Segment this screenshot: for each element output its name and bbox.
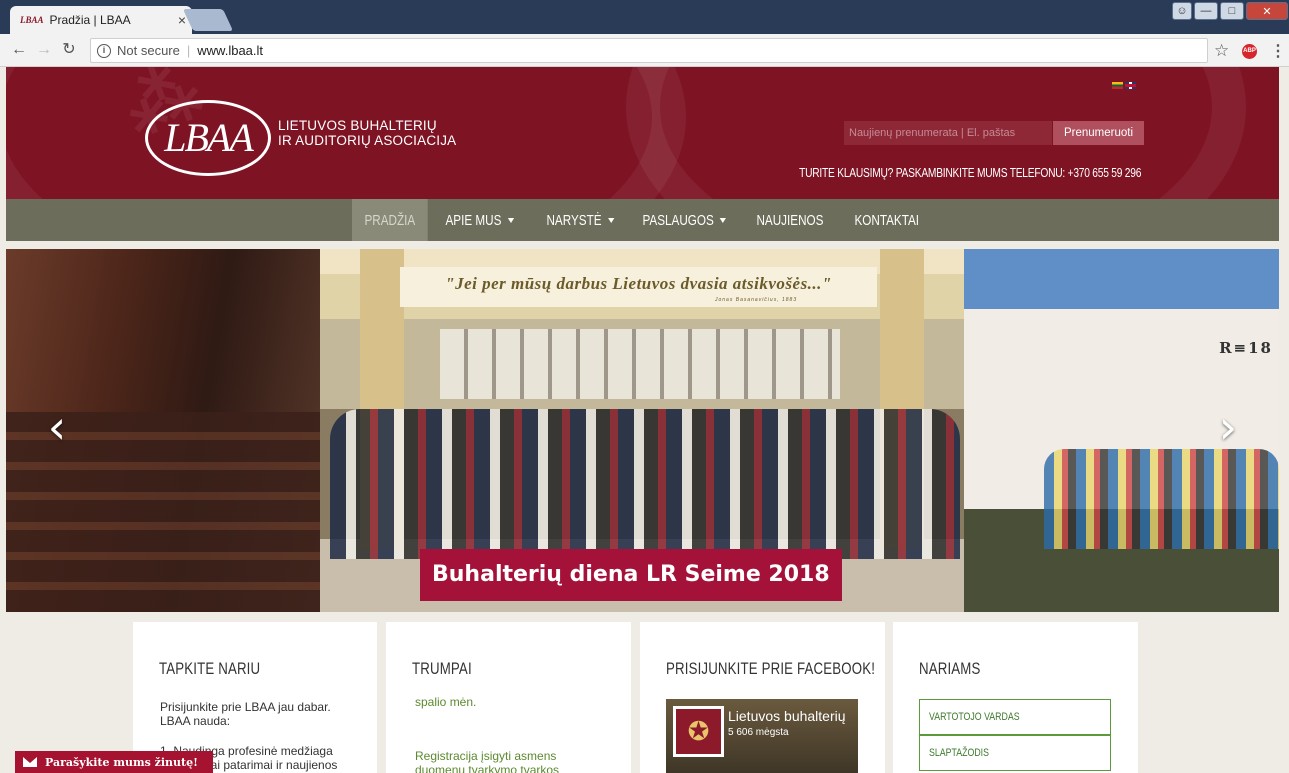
logo-line-1: LIETUVOS BUHALTERIŲ (278, 118, 437, 133)
nav-label: PRADŽIA (364, 211, 416, 229)
main-nav: PRADŽIA APIE MUS NARYSTĖ PASLAUGOS NAUJI… (6, 199, 1279, 241)
join-text: Prisijunkite prie LBAA jau dabar. LBAA n… (160, 700, 331, 728)
nav-item-kontaktai[interactable]: KONTAKTAI (842, 199, 932, 241)
nav-label: NAUJIENOS (756, 211, 824, 229)
slide-caption[interactable]: Buhalterių diena LR Seime 2018 (420, 549, 842, 601)
logo-text[interactable]: LIETUVOS BUHALTERIŲ IR AUDITORIŲ ASOCIAC… (278, 118, 456, 148)
password-placeholder: SLAPTAŽODIS (929, 747, 989, 759)
address-separator: | (186, 43, 191, 58)
window-controls: ☺ — □ ✕ (1170, 2, 1288, 22)
security-label: Not secure (117, 43, 180, 58)
nav-label: KONTAKTAI (854, 211, 920, 229)
nav-item-naujienos[interactable]: NAUJIENOS (744, 199, 836, 241)
password-field[interactable]: SLAPTAŽODIS (919, 735, 1111, 771)
slide-banner-quote: "Jei per mūsų darbus Lietuvos dvasia ats… (400, 267, 877, 307)
box-members: NARIAMS VARTOTOJO VARDAS SLAPTAŽODIS (893, 622, 1138, 773)
site-header: ⁂ LBAA LIETUVOS BUHALTERIŲ IR AUDITORIŲ … (6, 67, 1279, 199)
nav-item-naryste[interactable]: NARYSTĖ (534, 199, 626, 241)
minimize-icon[interactable]: — (1194, 2, 1218, 20)
nav-label: PASLAUGOS (642, 211, 714, 229)
maximize-icon[interactable]: □ (1220, 2, 1244, 20)
box-title: NARIAMS (919, 659, 981, 678)
tab-title: Pradžia | LBAA (49, 13, 131, 27)
flag-gb-icon[interactable] (1125, 82, 1136, 89)
slider-prev-icon[interactable]: ‹ (42, 404, 72, 453)
slider-next-icon[interactable]: › (1213, 404, 1243, 453)
username-field[interactable]: VARTOTOJO VARDAS (919, 699, 1111, 735)
chevron-down-icon (507, 217, 514, 223)
facebook-avatar: ✪ (673, 706, 724, 757)
url-text: www.lbaa.lt (197, 43, 264, 58)
nav-label: APIE MUS (445, 211, 502, 229)
logo-line-2: IR AUDITORIŲ ASOCIACIJA (278, 133, 457, 148)
newsletter-email-input[interactable] (844, 121, 1052, 145)
window-close-icon[interactable]: ✕ (1246, 2, 1288, 20)
back-arrow-icon[interactable]: ← (8, 39, 30, 61)
phone-info: TURITE KLAUSIMŲ? PASKAMBINKITE MUMS TELE… (798, 166, 1141, 180)
browser-tabstrip: LBAA Pradžia | LBAA × ☺ — □ ✕ (0, 0, 1289, 34)
chevron-down-icon (720, 217, 727, 223)
chat-button[interactable]: Parašykite mums žinutę! (15, 751, 213, 773)
nav-item-pradzia[interactable]: PRADŽIA (352, 199, 428, 241)
chevron-down-icon (607, 217, 615, 223)
nav-item-paslaugos[interactable]: PASLAUGOS (630, 199, 739, 241)
menu-icon[interactable]: ⋮ (1270, 41, 1286, 61)
reload-icon[interactable]: ↻ (58, 39, 80, 61)
box-brief: TRUMPAI spalio mėn. Registracija įsigyti… (386, 622, 631, 773)
user-icon[interactable]: ☺ (1172, 2, 1192, 20)
slide-decoration (440, 329, 840, 399)
nav-item-apie-mus[interactable]: APIE MUS (433, 199, 526, 241)
box-title: PRISIJUNKITE PRIE FACEBOOK! (666, 659, 876, 678)
browser-toolbar: ← → ↻ i Not secure | www.lbaa.lt ☆ ABP ⋮ (0, 34, 1289, 67)
facebook-likes: 5 606 mėgsta (728, 727, 789, 738)
facebook-page-card[interactable]: ✪ Lietuvos buhalterių 5 606 mėgsta (666, 699, 858, 773)
subscribe-button[interactable]: Prenumeruoti (1053, 121, 1144, 145)
flag-lt-icon[interactable] (1112, 82, 1123, 89)
news-link[interactable]: Registracija įsigyti asmens duomenų tvar… (415, 749, 595, 773)
username-placeholder: VARTOTOJO VARDAS (929, 711, 1020, 723)
info-icon[interactable]: i (97, 43, 111, 58)
star-icon[interactable]: ☆ (1214, 41, 1229, 61)
slide-decoration (330, 409, 960, 559)
favicon-icon: LBAA (20, 15, 44, 25)
news-snippet[interactable]: spalio mėn. (415, 695, 476, 709)
logo[interactable]: LBAA (145, 100, 271, 176)
slide-banner-author: Jonas Basanavičius, 1883 (715, 297, 798, 303)
slide-decoration (1044, 449, 1279, 549)
box-title: TRUMPAI (412, 659, 472, 678)
chat-label: Parašykite mums žinutę! (45, 755, 198, 769)
browser-tab[interactable]: LBAA Pradžia | LBAA × (10, 6, 192, 34)
box-facebook: PRISIJUNKITE PRIE FACEBOOK! ✪ Lietuvos b… (640, 622, 885, 773)
nav-label: NARYSTĖ (546, 211, 602, 229)
emblem-icon: ✪ (676, 709, 721, 754)
adblock-icon[interactable]: ABP (1242, 44, 1257, 59)
box-title: TAPKITE NARIU (159, 659, 261, 678)
facebook-page-name[interactable]: Lietuvos buhalterių (728, 708, 856, 724)
address-bar[interactable]: i Not secure | www.lbaa.lt (90, 38, 1208, 63)
building-sign: R≡18 (1219, 339, 1273, 357)
forward-arrow-icon[interactable]: → (33, 39, 55, 61)
language-switcher (1112, 82, 1136, 89)
envelope-icon (15, 751, 45, 773)
